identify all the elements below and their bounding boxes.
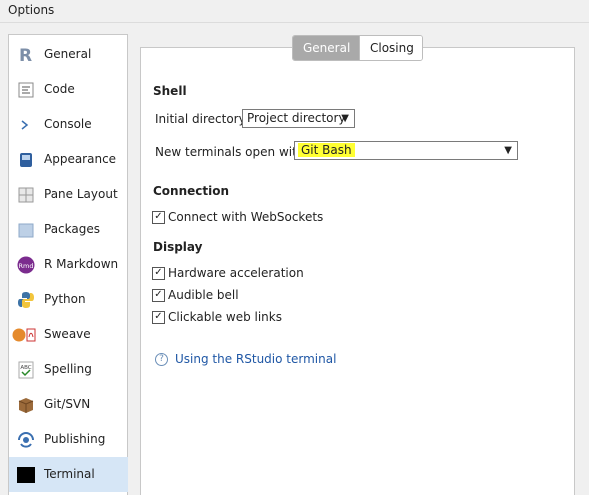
display-heading: Display	[153, 240, 203, 254]
rmarkdown-icon: Rmd	[16, 255, 36, 275]
sidebar-item-label: Spelling	[44, 362, 92, 376]
sidebar-item-general[interactable]: R General	[9, 37, 128, 72]
sidebar-item-code[interactable]: Code	[9, 72, 128, 107]
help-row: ? Using the RStudio terminal	[155, 352, 336, 366]
clickable-links-checkbox[interactable]: ✓	[152, 310, 165, 324]
svg-text:R: R	[19, 46, 32, 65]
r-logo-icon: R	[16, 45, 36, 65]
dropdown-arrow-icon: ▼	[341, 113, 349, 124]
tab-bar: General Closing	[292, 35, 423, 61]
sidebar-item-spelling[interactable]: ABC Spelling	[9, 352, 128, 387]
sidebar-item-label: Code	[44, 82, 75, 96]
tab-closing[interactable]: Closing	[359, 36, 422, 60]
websockets-label: Connect with WebSockets	[168, 210, 324, 224]
pane-layout-icon	[16, 185, 36, 205]
new-terminals-value: Git Bash	[298, 143, 355, 157]
sidebar-item-label: Sweave	[44, 327, 91, 341]
audible-bell-label: Audible bell	[168, 288, 239, 302]
sidebar-item-label: Publishing	[44, 432, 106, 446]
terminal-icon	[16, 465, 36, 485]
code-icon	[16, 80, 36, 100]
terminal-help-link[interactable]: Using the RStudio terminal	[175, 352, 336, 366]
audible-bell-option: ✓ Audible bell	[152, 287, 239, 303]
sidebar-item-pane-layout[interactable]: Pane Layout	[9, 177, 128, 212]
python-icon	[16, 290, 36, 310]
sidebar-item-sweave[interactable]: Sweave	[9, 317, 128, 352]
title-bar: Options	[0, 0, 589, 23]
initial-directory-value: Project directory	[247, 111, 346, 125]
spelling-icon: ABC	[16, 360, 36, 380]
help-icon: ?	[155, 352, 168, 366]
sidebar-item-r-markdown[interactable]: Rmd R Markdown	[9, 247, 128, 282]
tab-general[interactable]: General	[293, 36, 359, 60]
connection-heading: Connection	[153, 184, 230, 198]
clickable-links-option: ✓ Clickable web links	[152, 309, 282, 325]
publishing-icon	[16, 430, 36, 450]
new-terminals-label: New terminals open with:	[155, 145, 309, 159]
appearance-icon	[16, 150, 36, 170]
sweave-icon	[12, 325, 38, 345]
websockets-checkbox[interactable]: ✓	[152, 210, 165, 224]
sidebar-item-label: Console	[44, 117, 92, 131]
svg-text:Rmd: Rmd	[19, 262, 34, 270]
new-terminals-select[interactable]: Git Bash ▼	[294, 141, 518, 160]
sidebar-item-terminal[interactable]: Terminal	[9, 457, 128, 492]
hardware-acceleration-checkbox[interactable]: ✓	[152, 266, 165, 280]
sidebar-item-python[interactable]: Python	[9, 282, 128, 317]
websockets-option: ✓ Connect with WebSockets	[152, 209, 323, 225]
sidebar-item-appearance[interactable]: Appearance	[9, 142, 128, 177]
sidebar-item-label: Pane Layout	[44, 187, 118, 201]
dropdown-arrow-icon: ▼	[504, 145, 512, 156]
sidebar-item-label: R Markdown	[44, 257, 119, 271]
hardware-acceleration-label: Hardware acceleration	[168, 266, 304, 280]
packages-icon	[16, 220, 36, 240]
sidebar-item-console[interactable]: Console	[9, 107, 128, 142]
initial-directory-label: Initial directory:	[155, 112, 249, 126]
sidebar-item-label: General	[44, 47, 92, 61]
sidebar-item-publishing[interactable]: Publishing	[9, 422, 128, 457]
initial-directory-select[interactable]: Project directory ▼	[242, 109, 355, 128]
sidebar-item-label: Terminal	[44, 467, 95, 481]
sidebar-item-packages[interactable]: Packages	[9, 212, 128, 247]
git-svn-icon	[16, 395, 36, 415]
clickable-links-label: Clickable web links	[168, 310, 282, 324]
options-sidebar: R General Code Console Appearance Pane L…	[8, 34, 128, 495]
sidebar-item-label: Packages	[44, 222, 100, 236]
console-icon	[16, 115, 36, 135]
window-title: Options	[8, 3, 55, 17]
sidebar-item-label: Git/SVN	[44, 397, 91, 411]
hardware-acceleration-option: ✓ Hardware acceleration	[152, 265, 304, 281]
shell-heading: Shell	[153, 84, 187, 98]
sidebar-item-git-svn[interactable]: Git/SVN	[9, 387, 128, 422]
sidebar-item-label: Python	[44, 292, 86, 306]
sidebar-item-label: Appearance	[44, 152, 117, 166]
audible-bell-checkbox[interactable]: ✓	[152, 288, 165, 302]
terminal-options-panel: Shell Initial directory: Project directo…	[140, 47, 575, 495]
